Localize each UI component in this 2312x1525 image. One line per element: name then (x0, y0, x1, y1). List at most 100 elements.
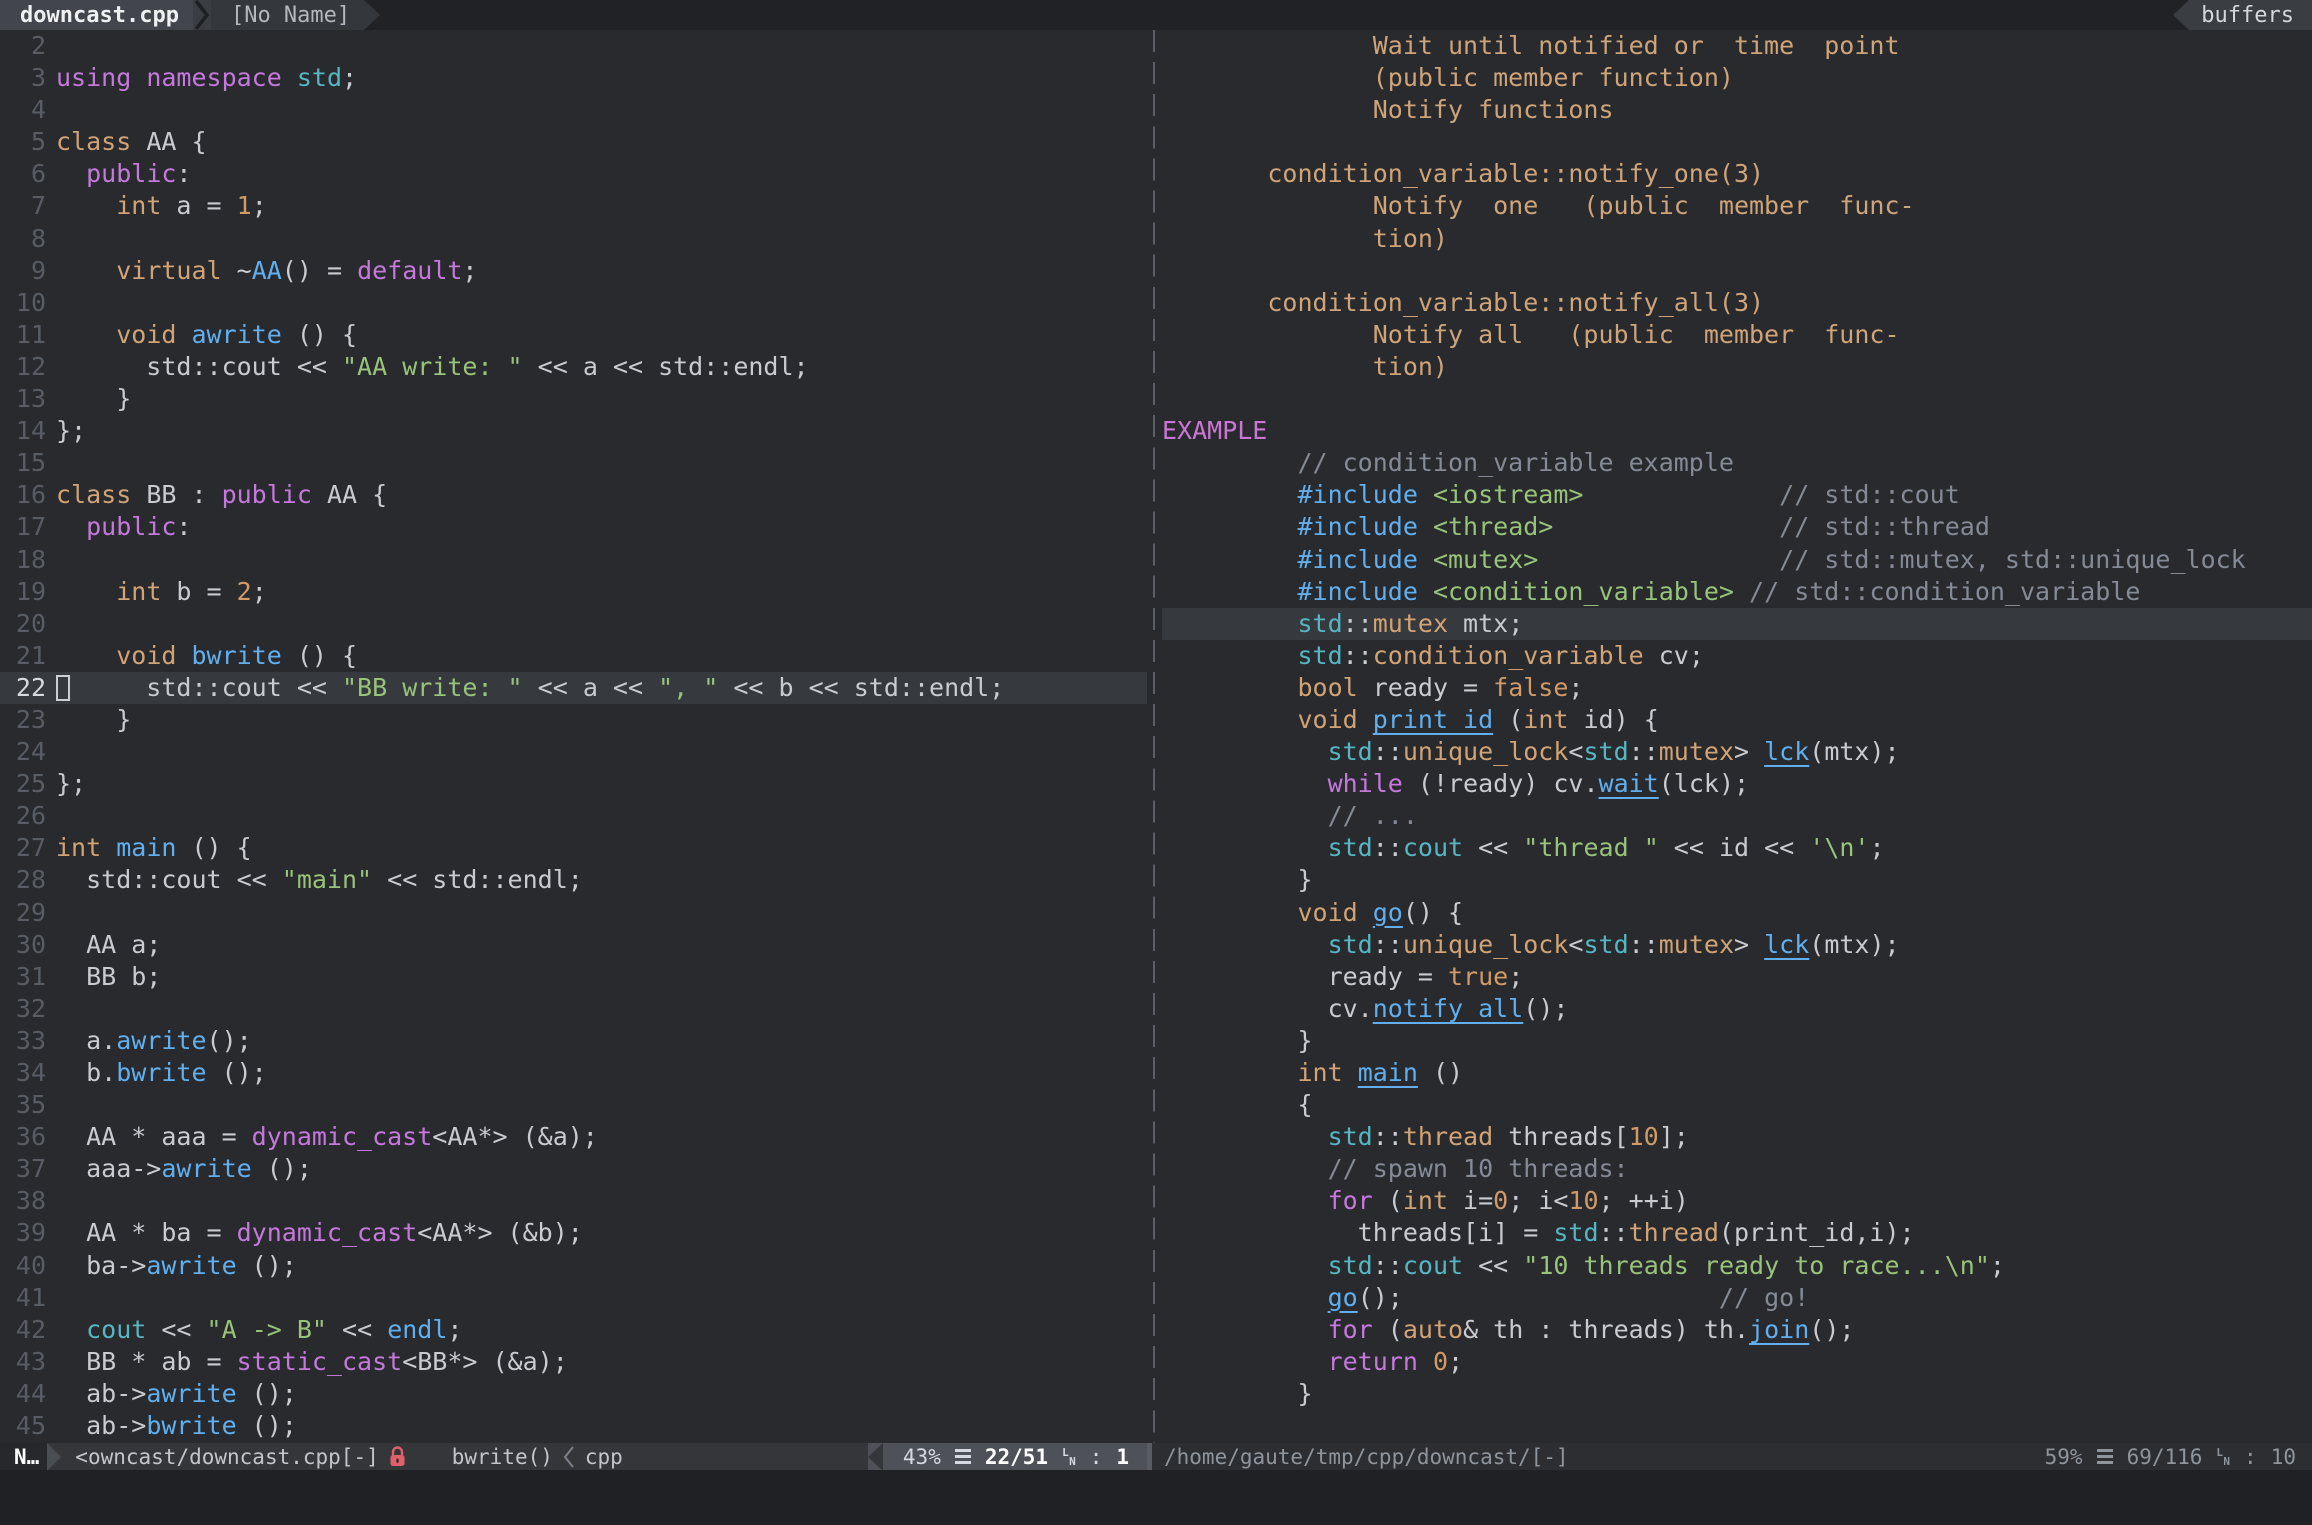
manpage-line[interactable]: // spawn 10 threads: (1162, 1153, 2312, 1185)
code-line[interactable]: 23 } (0, 704, 1147, 736)
manpage-line[interactable]: std::cout << "10 threads ready to race..… (1162, 1250, 2312, 1282)
code-line[interactable]: 18 (0, 544, 1147, 576)
code-line[interactable]: 2 (0, 30, 1147, 62)
code-line[interactable]: 14}; (0, 415, 1147, 447)
code-line[interactable]: 41 (0, 1282, 1147, 1314)
manpage-line[interactable]: std::condition_variable cv; (1162, 640, 2312, 672)
code-line[interactable]: 17 public: (0, 511, 1147, 543)
code-line[interactable]: 24 (0, 736, 1147, 768)
manpage-line[interactable]: // ... (1162, 800, 2312, 832)
manpage-line[interactable]: std::unique_lock<std::mutex> lck(mtx); (1162, 736, 2312, 768)
manpage-line[interactable]: #include <iostream> // std::cout (1162, 479, 2312, 511)
manpage-line[interactable]: } (1162, 1378, 2312, 1410)
manpage-line[interactable] (1162, 255, 2312, 287)
code-line[interactable]: 25}; (0, 768, 1147, 800)
code-line[interactable]: 6 public: (0, 158, 1147, 190)
code-line[interactable]: 42 cout << "A -> B" << endl; (0, 1314, 1147, 1346)
manpage-line[interactable]: for (auto& th : threads) th.join(); (1162, 1314, 2312, 1346)
code-line[interactable]: 13 } (0, 383, 1147, 415)
code-line[interactable]: 29 (0, 897, 1147, 929)
code-line[interactable]: 7 int a = 1; (0, 190, 1147, 222)
manpage-line[interactable]: tion) (1162, 223, 2312, 255)
code-line[interactable]: 39 AA * ba = dynamic_cast<AA*> (&b); (0, 1217, 1147, 1249)
code-line[interactable]: 33 a.awrite(); (0, 1025, 1147, 1057)
code-line[interactable]: 36 AA * aaa = dynamic_cast<AA*> (&a); (0, 1121, 1147, 1153)
code-line[interactable]: 4 (0, 94, 1147, 126)
code-line[interactable]: 27 int main () { (0, 832, 1147, 864)
tab-0[interactable]: downcast.cpp (0, 0, 193, 30)
manpage-line[interactable]: } (1162, 864, 2312, 896)
manpage-line[interactable]: for (int i=0; i<10; ++i) (1162, 1185, 2312, 1217)
manpage-line[interactable]: int main () (1162, 1057, 2312, 1089)
code-line[interactable]: 28 std::cout << "main" << std::endl; (0, 864, 1147, 896)
manpage-line[interactable]: return 0; (1162, 1346, 2312, 1378)
manpage-line[interactable]: cv.notify_all(); (1162, 993, 2312, 1025)
manpage-line[interactable]: condition_variable::notify_one(3) (1162, 158, 2312, 190)
manpage-line[interactable]: Wait until notified or time point (1162, 30, 2312, 62)
manpage-line[interactable]: std::mutex mtx; (1162, 607, 2312, 640)
token: ; (447, 1314, 463, 1344)
manpage-line[interactable]: #include <thread> // std::thread (1162, 511, 2312, 543)
code-line[interactable]: 12 std::cout << "AA write: " << a << std… (0, 351, 1147, 383)
manpage-line[interactable] (1162, 383, 2312, 415)
code-line[interactable]: 3 using namespace std; (0, 62, 1147, 94)
code-line[interactable]: 32 (0, 993, 1147, 1025)
code-line[interactable]: 15 (0, 447, 1147, 479)
code-line[interactable]: 5 class AA { (0, 126, 1147, 158)
manpage-line[interactable]: condition_variable::notify_all(3) (1162, 287, 2312, 319)
code-line[interactable]: 45 ab->bwrite (); (0, 1410, 1147, 1442)
manpage-line[interactable]: void go() { (1162, 897, 2312, 929)
manpage-line[interactable]: } (1162, 1025, 2312, 1057)
right-manpage-pane[interactable]: Wait until notified or time point (publi… (1162, 30, 2312, 1443)
code-line[interactable]: 37 aaa->awrite (); (0, 1153, 1147, 1185)
code-line[interactable]: 11 void awrite () { (0, 319, 1147, 351)
code-line[interactable]: 20 (0, 608, 1147, 640)
manpage-line[interactable]: // condition_variable example (1162, 447, 2312, 479)
code-line[interactable]: 35 (0, 1089, 1147, 1121)
code-line[interactable]: 22 std::cout << "BB write: " << a << ", … (0, 671, 1147, 704)
manpage-line[interactable]: EXAMPLE (1162, 415, 2312, 447)
manpage-line[interactable]: threads[i] = std::thread(print_id,i); (1162, 1217, 2312, 1249)
manpage-line[interactable]: std::thread threads[10]; (1162, 1121, 2312, 1153)
tab-1[interactable]: [No Name] (210, 0, 365, 30)
manpage-line[interactable]: Notify one (public member func- (1162, 190, 2312, 222)
manpage-line[interactable]: std::unique_lock<std::mutex> lck(mtx); (1162, 929, 2312, 961)
code-line[interactable]: 26 (0, 800, 1147, 832)
code-line[interactable]: 40 ba->awrite (); (0, 1250, 1147, 1282)
code-line[interactable]: 31 BB b; (0, 961, 1147, 993)
buffers-menu[interactable]: buffers (2189, 0, 2312, 30)
token: a. (56, 1025, 117, 1055)
code-line[interactable]: 19 int b = 2; (0, 576, 1147, 608)
code-line[interactable]: 44 ab->awrite (); (0, 1378, 1147, 1410)
manpage-line[interactable]: std::cout << "thread " << id << '\n'; (1162, 832, 2312, 864)
manpage-line[interactable]: while (!ready) cv.wait(lck); (1162, 768, 2312, 800)
manpage-line[interactable]: void print_id (int id) { (1162, 704, 2312, 736)
code-line[interactable]: 21 void bwrite () { (0, 640, 1147, 672)
mode-label: N… (14, 1444, 40, 1469)
manpage-line[interactable]: { (1162, 1089, 2312, 1121)
manpage-line[interactable]: ready = true; (1162, 961, 2312, 993)
line-number: 40 (15, 1250, 46, 1280)
manpage-line[interactable]: tion) (1162, 351, 2312, 383)
manpage-line[interactable]: (public member function) (1162, 62, 2312, 94)
code-line[interactable]: 9 virtual ~AA() = default; (0, 255, 1147, 287)
left-editor-pane[interactable]: 2 3 using namespace std; 4 5 class AA {6 publ… (0, 30, 1147, 1443)
manpage-line[interactable]: go(); // go! (1162, 1282, 2312, 1314)
manpage-line[interactable]: bool ready = false; (1162, 672, 2312, 704)
manpage-line[interactable] (1162, 126, 2312, 158)
command-line[interactable] (0, 1470, 2312, 1525)
code-line[interactable]: 10 (0, 287, 1147, 319)
manpage-line[interactable]: #include <mutex> // std::mutex, std::uni… (1162, 544, 2312, 576)
code-line[interactable]: 34 b.bwrite (); (0, 1057, 1147, 1089)
code-line[interactable]: 8 (0, 223, 1147, 255)
manpage-line[interactable]: #include <condition_variable> // std::co… (1162, 576, 2312, 608)
code-line[interactable]: 43 BB * ab = static_cast<BB*> (&a); (0, 1346, 1147, 1378)
window-separator[interactable] (1147, 30, 1162, 1443)
code-line[interactable]: 30 AA a; (0, 929, 1147, 961)
manpage-line[interactable]: Notify functions (1162, 94, 2312, 126)
manpage-line[interactable]: Notify all (public member func- (1162, 319, 2312, 351)
code-line[interactable]: 16 class BB : public AA { (0, 479, 1147, 511)
code-line[interactable]: 38 (0, 1185, 1147, 1217)
